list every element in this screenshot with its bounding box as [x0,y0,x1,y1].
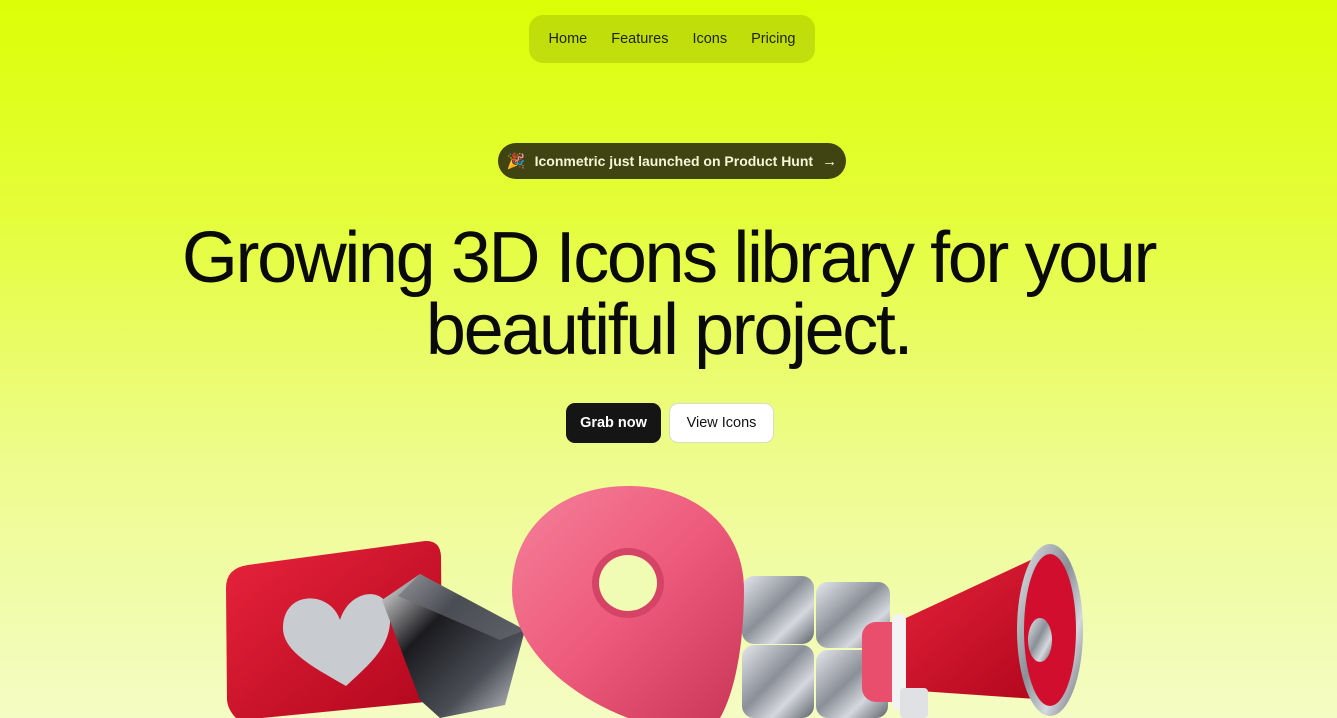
hero-title: Growing 3D Icons library for your beauti… [0,222,1337,366]
view-icons-button[interactable]: View Icons [669,403,774,443]
hero-title-line-2: beautiful project. [425,290,914,370]
location-pin-icon [512,486,744,718]
arrow-right-icon: → [822,152,838,170]
product-hunt-announcement[interactable]: 🎉 Iconmetric just launched on Product Hu… [498,143,846,179]
nav-icons-link[interactable]: Icons [692,31,727,47]
hero-title-line-1: Growing 3D Icons library for your [181,218,1158,298]
hero-buttons: Grab now View Icons [566,403,774,443]
megaphone-icon [862,544,1083,718]
top-nav: Home Features Icons Pricing [529,15,815,63]
3d-icons-illustration [226,486,1083,718]
announcement-text: Iconmetric just launched on Product Hunt [534,153,814,169]
nav-features-link[interactable]: Features [611,31,668,47]
nav-pricing-link[interactable]: Pricing [751,31,795,47]
party-popper-icon: 🎉 [506,153,526,170]
nav-home-link[interactable]: Home [549,31,588,47]
grab-now-button[interactable]: Grab now [566,403,661,443]
